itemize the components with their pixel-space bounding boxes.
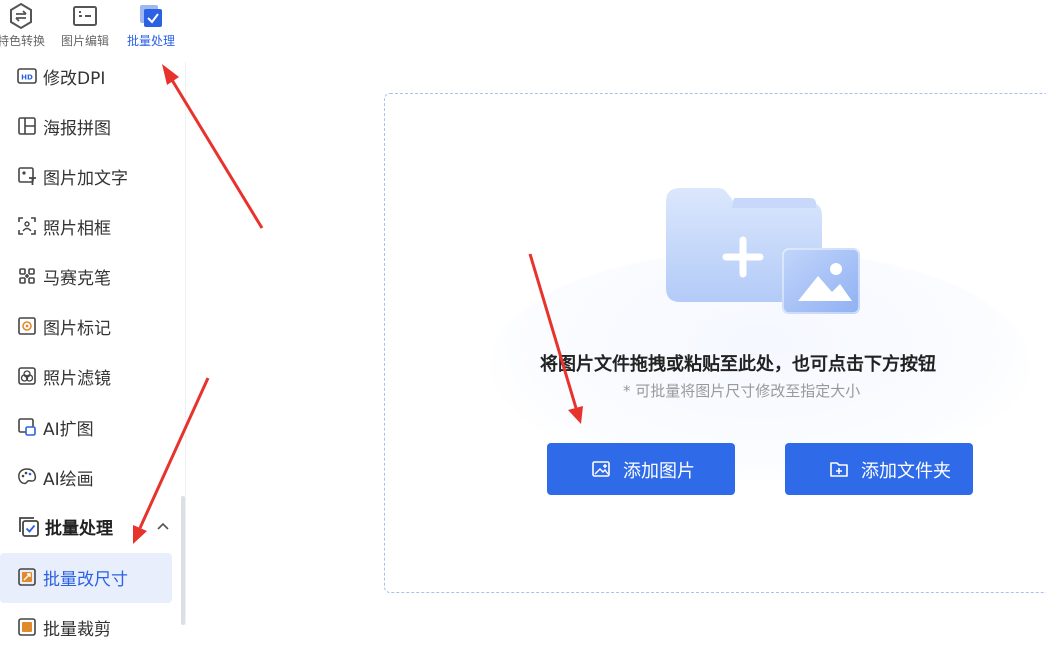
sidebar-item-label: 批量裁剪	[43, 620, 111, 640]
sidebar-item-label: 照片滤镜	[43, 369, 111, 389]
sidebar-group-batch-process[interactable]: 批量处理	[0, 503, 185, 553]
tab-feature-convert[interactable]: 特色转换	[0, 0, 54, 60]
sidebar-item-image-text[interactable]: 图片加文字	[0, 152, 172, 202]
sidebar-item-ai-painting[interactable]: AI绘画	[0, 453, 172, 503]
drop-zone-title: 将图片文件拖拽或粘贴至此处，也可点击下方按钮	[540, 354, 936, 375]
sidebar-item-label: 图片标记	[43, 319, 111, 339]
resize-icon	[18, 568, 36, 586]
sidebar-item-image-mark[interactable]: 图片标记	[0, 302, 172, 352]
folder-add-icon	[666, 188, 860, 314]
add-folder-icon	[830, 462, 848, 477]
sidebar-item-label: AI扩图	[43, 420, 94, 440]
add-folder-label: 添加文件夹	[861, 461, 951, 482]
sidebar-scrollbar[interactable]	[181, 496, 185, 625]
collage-icon	[18, 117, 36, 135]
palette-icon	[18, 468, 37, 485]
sidebar-item-label: AI绘画	[43, 470, 94, 490]
sidebar-item-poster-collage[interactable]: 海报拼图	[0, 102, 172, 152]
sidebar-item-label: 海报拼图	[43, 119, 111, 139]
ai-expand-icon	[18, 418, 36, 436]
image-text-icon	[18, 167, 36, 185]
hd-icon: HD	[17, 68, 37, 84]
sidebar-item-photo-frame[interactable]: 照片相框	[0, 202, 172, 252]
photo-frame-icon	[18, 217, 36, 235]
sidebar-item-mosaic-pen[interactable]: 马赛克笔	[0, 252, 172, 302]
drop-zone-subtitle: * 可批量将图片尺寸修改至指定大小	[623, 382, 861, 400]
image-mark-icon	[18, 317, 36, 335]
file-drop-zone[interactable]	[384, 93, 1046, 593]
svg-text:HD: HD	[21, 74, 33, 82]
sidebar-item-ai-expand[interactable]: AI扩图	[0, 403, 172, 453]
convert-icon	[10, 2, 32, 30]
sidebar-item-batch-crop[interactable]: 批量裁剪	[0, 603, 172, 653]
mosaic-icon	[19, 268, 35, 284]
add-folder-button[interactable]: 添加文件夹	[785, 443, 973, 495]
tab-label: 特色转换	[0, 34, 45, 48]
tab-batch-process[interactable]: 批量处理	[118, 0, 184, 60]
sidebar-group-label: 批量处理	[45, 519, 113, 539]
sidebar-item-batch-resize[interactable]: 批量改尺寸	[0, 553, 172, 603]
image-edit-icon	[73, 6, 97, 26]
sidebar-item-label: 马赛克笔	[43, 269, 111, 289]
sidebar-item-label: 照片相框	[43, 219, 111, 239]
tab-label: 图片编辑	[60, 34, 109, 48]
sidebar-item-label: 批量改尺寸	[43, 570, 128, 590]
crop-icon	[18, 618, 36, 636]
sidebar-item-modify-dpi[interactable]: HD 修改DPI	[0, 52, 172, 102]
sidebar-item-label: 修改DPI	[43, 69, 106, 89]
filter-icon	[18, 367, 36, 385]
batch-check-icon	[19, 517, 39, 537]
add-image-label: 添加图片	[623, 461, 695, 482]
batch-process-icon	[140, 5, 162, 27]
add-image-icon	[592, 461, 610, 477]
tab-image-edit[interactable]: 图片编辑	[52, 0, 118, 60]
tab-label: 批量处理	[126, 34, 175, 48]
chevron-up-icon[interactable]	[156, 521, 170, 531]
sidebar-item-photo-filter[interactable]: 照片滤镜	[0, 352, 172, 402]
sidebar-item-label: 图片加文字	[43, 169, 128, 189]
add-image-button[interactable]: 添加图片	[547, 443, 735, 495]
